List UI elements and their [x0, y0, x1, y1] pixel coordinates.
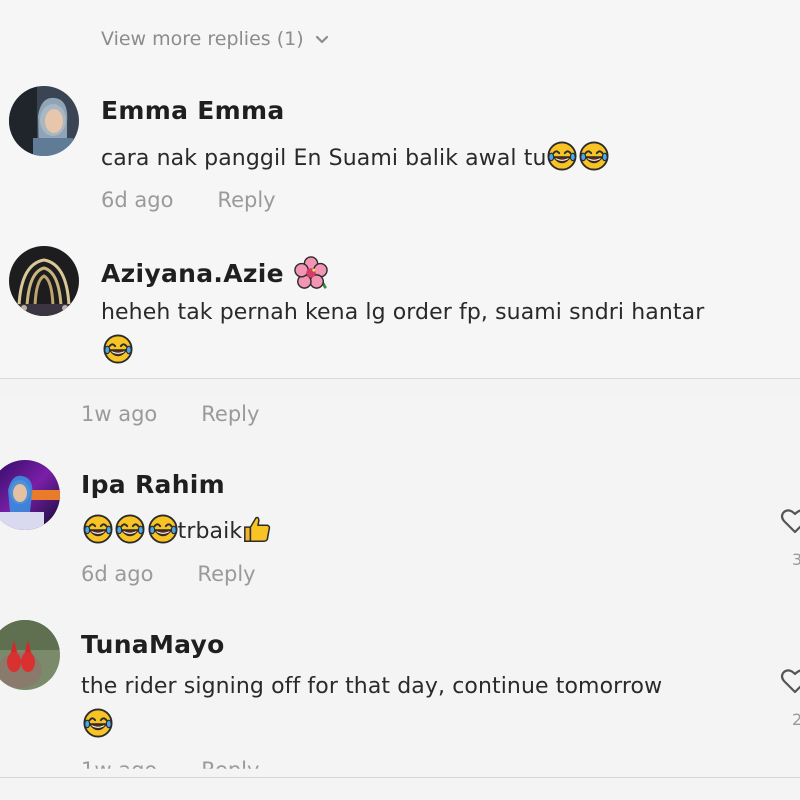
chevron-down-icon: [315, 35, 328, 44]
comments-panel-bottom: 1w ago Reply Ipa Rahim trbaik 6d ago Rep…: [0, 398, 800, 800]
tears-of-joy-emoji: [148, 514, 178, 544]
tears-of-joy-emoji: [83, 708, 113, 738]
view-more-replies-label: View more replies (1): [101, 28, 304, 50]
comment-text-continuation: [83, 708, 113, 738]
heart-outline-icon[interactable]: [780, 506, 800, 536]
reply-button[interactable]: Reply: [201, 402, 259, 426]
tears-of-joy-emoji: [103, 334, 133, 364]
like-count: 2: [792, 710, 800, 729]
comment-text: cara nak panggil En Suami balik awal tu: [101, 141, 609, 171]
avatar[interactable]: [0, 620, 60, 690]
comment-username[interactable]: Ipa Rahim: [81, 470, 225, 499]
comment-username[interactable]: Emma Emma: [101, 96, 285, 125]
comment-timestamp: 6d ago: [81, 562, 154, 586]
heart-outline-icon[interactable]: [780, 666, 800, 696]
comment-text: trbaik: [83, 514, 272, 544]
reply-button[interactable]: Reply: [201, 758, 259, 769]
comment-username[interactable]: Aziyana.Azie: [101, 259, 284, 288]
comment-text: the rider signing off for that day, cont…: [81, 674, 663, 699]
divider: [0, 777, 800, 778]
tears-of-joy-emoji: [579, 141, 609, 171]
like-count: 3: [792, 550, 800, 569]
thumbs-up-emoji: [242, 514, 272, 544]
comment-text-continuation: [103, 334, 133, 364]
avatar[interactable]: [9, 246, 79, 316]
avatar[interactable]: [9, 86, 79, 156]
hibiscus-emoji: [294, 256, 328, 290]
comment-meta: 6d ago Reply: [81, 562, 256, 586]
comment-meta: 1w ago Reply: [81, 402, 259, 426]
comment-username[interactable]: TunaMayo: [81, 630, 225, 659]
reply-button[interactable]: Reply: [197, 562, 255, 586]
tears-of-joy-emoji: [83, 514, 113, 544]
comment-text: heheh tak pernah kena lg order fp, suami…: [101, 300, 705, 325]
comment-timestamp: 1w ago: [81, 758, 158, 782]
tears-of-joy-emoji: [115, 514, 145, 544]
comment-timestamp: 1w ago: [81, 402, 158, 426]
view-more-replies-button[interactable]: View more replies (1): [101, 28, 330, 50]
comments-panel-top: View more replies (1) Emma Emma cara nak…: [0, 0, 800, 379]
comment-meta: 6d ago Reply: [101, 188, 276, 212]
comment-timestamp: 6d ago: [101, 188, 174, 212]
reply-button[interactable]: Reply: [217, 188, 275, 212]
tears-of-joy-emoji: [547, 141, 577, 171]
avatar[interactable]: [0, 460, 60, 530]
comment-meta: 1w ago Reply: [81, 758, 259, 782]
